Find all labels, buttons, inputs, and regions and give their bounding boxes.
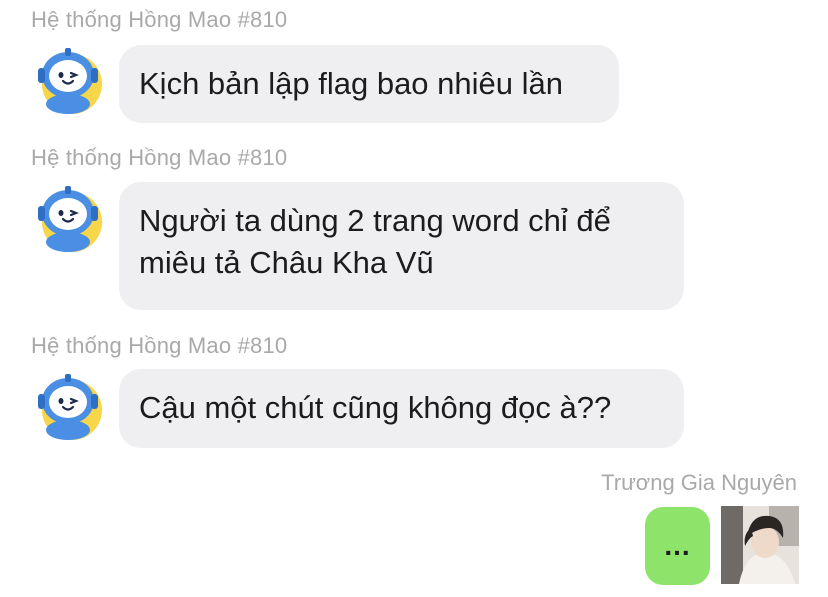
outgoing-message-text: ... bbox=[664, 530, 691, 561]
message-text: Kịch bản lập flag bao nhiêu lần bbox=[139, 66, 563, 101]
message-bubble[interactable]: Cậu một chút cũng không đọc à?? bbox=[119, 369, 684, 448]
sender-name: Hệ thống Hồng Mao #810 bbox=[31, 333, 288, 358]
outgoing-message-bubble[interactable]: ... bbox=[645, 507, 710, 585]
self-sender-name: Trương Gia Nguyên bbox=[601, 470, 797, 495]
message-text: Người ta dùng 2 trang word chỉ để bbox=[139, 203, 611, 238]
bot-avatar-icon[interactable] bbox=[32, 44, 104, 116]
bot-avatar-icon[interactable] bbox=[32, 370, 104, 442]
message-bubble[interactable]: Người ta dùng 2 trang word chỉ để miêu t… bbox=[119, 182, 684, 310]
user-avatar[interactable] bbox=[721, 506, 799, 584]
message-bubble[interactable]: Kịch bản lập flag bao nhiêu lần bbox=[119, 45, 619, 123]
bot-avatar-icon[interactable] bbox=[32, 182, 104, 254]
sender-name: Hệ thống Hồng Mao #810 bbox=[31, 7, 288, 32]
sender-name: Hệ thống Hồng Mao #810 bbox=[31, 145, 288, 170]
chat-view: Hệ thống Hồng Mao #810 Kịch bản lập flag… bbox=[0, 0, 828, 597]
message-text: miêu tả Châu Kha Vũ bbox=[139, 245, 434, 280]
message-text: Cậu một chút cũng không đọc à?? bbox=[139, 390, 612, 425]
